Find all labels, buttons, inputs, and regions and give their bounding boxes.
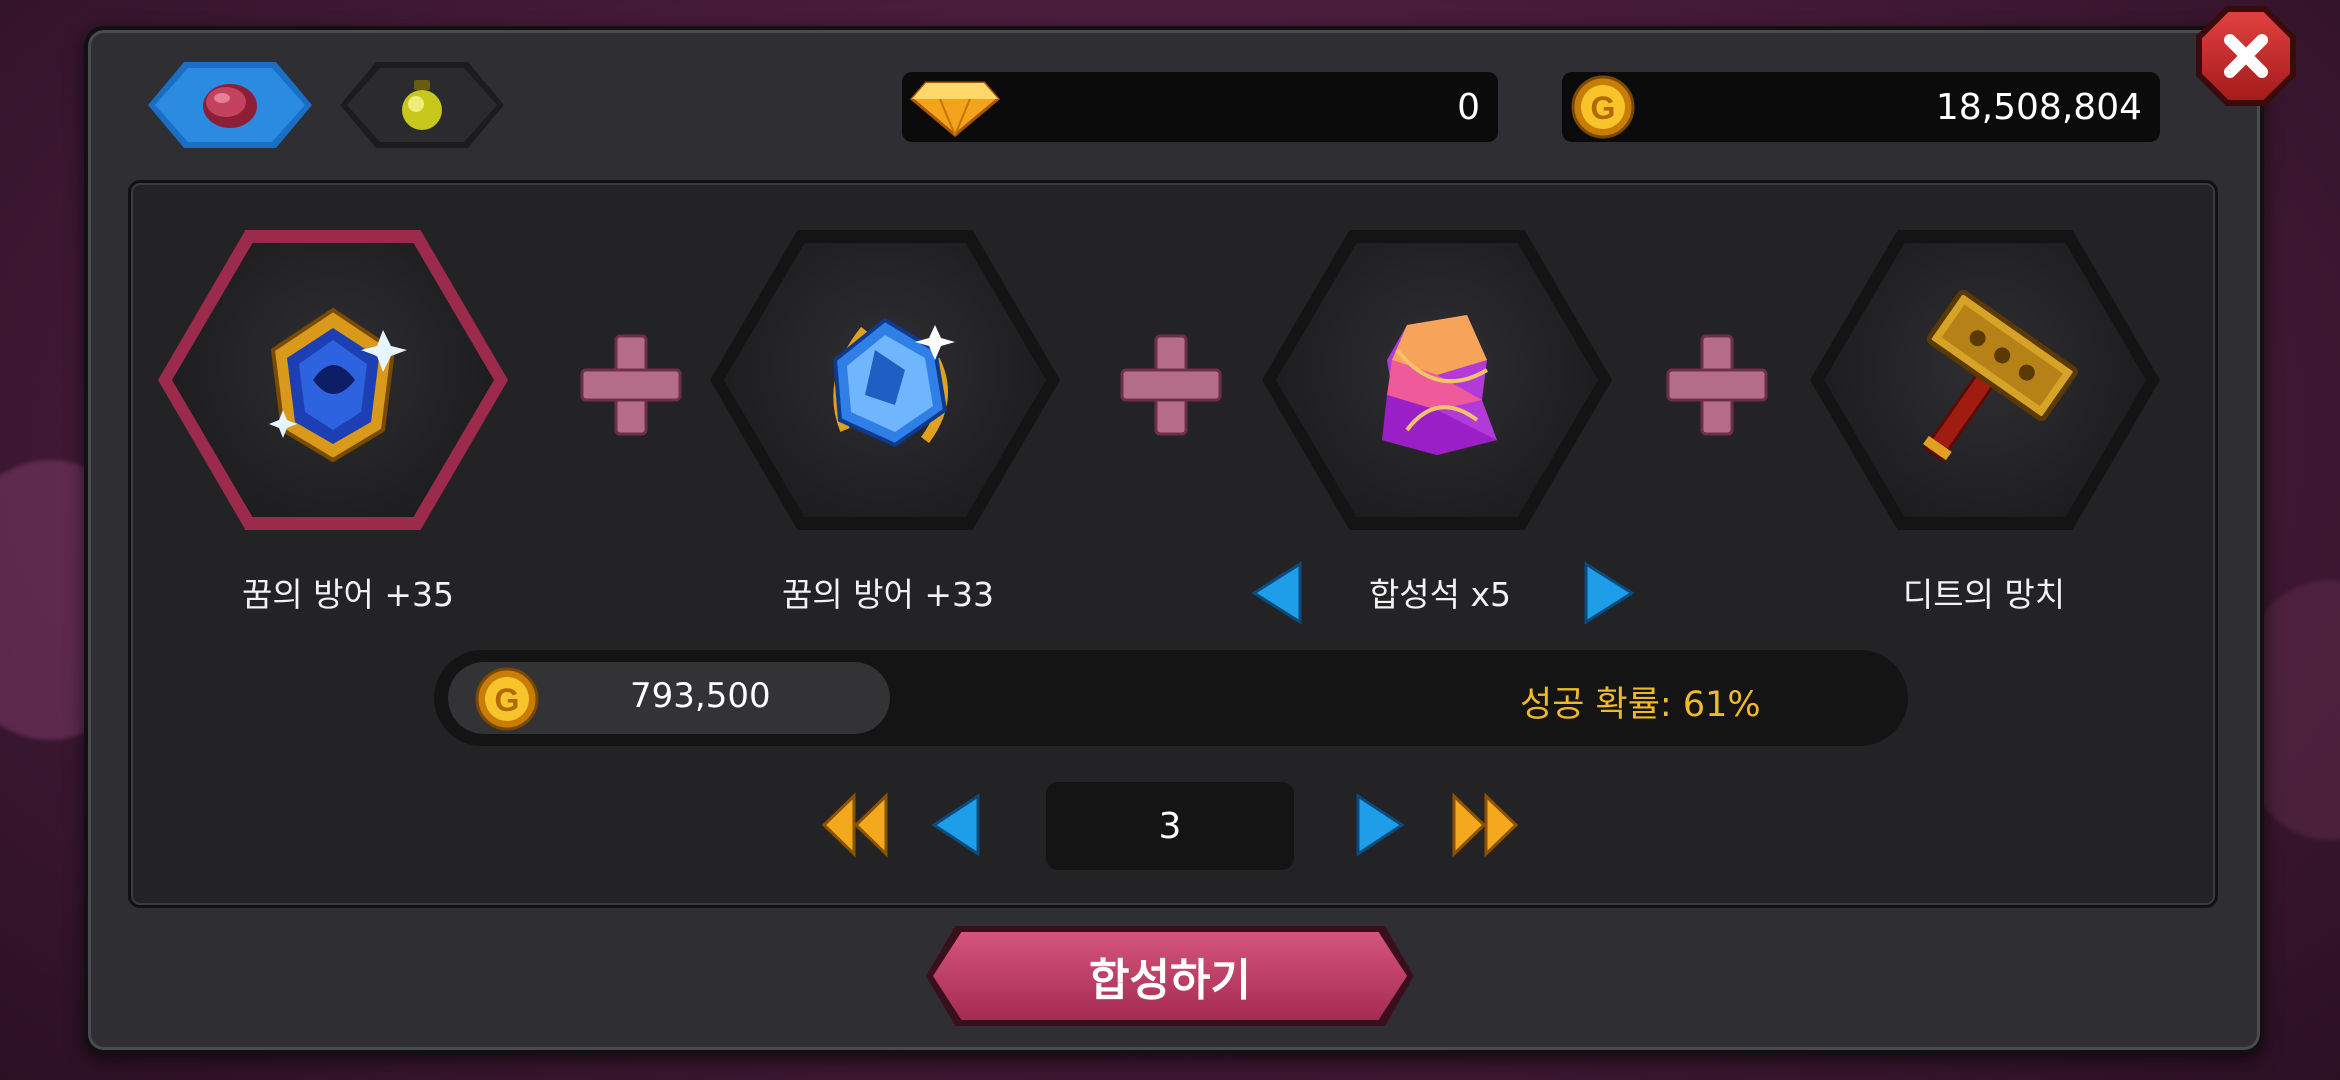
item-label-main: 꿈의 방어 +35 — [241, 575, 455, 614]
next-page-button[interactable] — [1352, 790, 1408, 860]
plus-icon — [580, 334, 682, 436]
blue-armor-gem-icon — [269, 307, 407, 463]
synthesize-button[interactable]: 합성하기 — [926, 926, 1414, 1026]
success-rate: 성공 확률: 61% — [1520, 685, 1761, 725]
plus-icon — [1666, 334, 1768, 436]
item-label-material-1: 꿈의 방어 +33 — [781, 575, 995, 614]
page-number: 3 — [1046, 782, 1294, 870]
material-increase-button[interactable] — [1582, 560, 1636, 626]
close-button[interactable] — [2196, 6, 2296, 106]
plus-icon — [1120, 334, 1222, 436]
svg-text:G: G — [1591, 90, 1616, 126]
material-decrease-button[interactable] — [1250, 560, 1304, 626]
diamond-amount: 0 — [1457, 86, 1480, 128]
diamond-icon — [910, 81, 1000, 137]
prev-page-button[interactable] — [928, 790, 984, 860]
blue-gem-icon — [832, 317, 955, 448]
svg-text:G: G — [495, 682, 520, 718]
gold-coin-icon: G — [1571, 75, 1635, 139]
gold-currency-bar: G 18,508,804 — [1562, 72, 2160, 142]
cost-amount: 793,500 — [630, 676, 771, 716]
page-number-text: 3 — [1158, 805, 1182, 847]
gold-amount: 18,508,804 — [1935, 86, 2142, 128]
item-label-material-3: 디트의 망치 — [1902, 575, 2066, 614]
first-page-button[interactable] — [818, 790, 890, 860]
red-gem-icon — [203, 84, 257, 128]
synthesize-button-label: 합성하기 — [1089, 955, 1251, 1006]
synthesis-stone-icon — [1382, 315, 1497, 455]
close-icon — [2224, 34, 2268, 78]
gold-coin-icon: G — [475, 667, 539, 731]
yellow-orb-icon — [402, 80, 442, 130]
last-page-button[interactable] — [1450, 790, 1522, 860]
diamond-currency-bar: 0 — [902, 72, 1498, 142]
hammer-icon — [1923, 289, 2078, 462]
